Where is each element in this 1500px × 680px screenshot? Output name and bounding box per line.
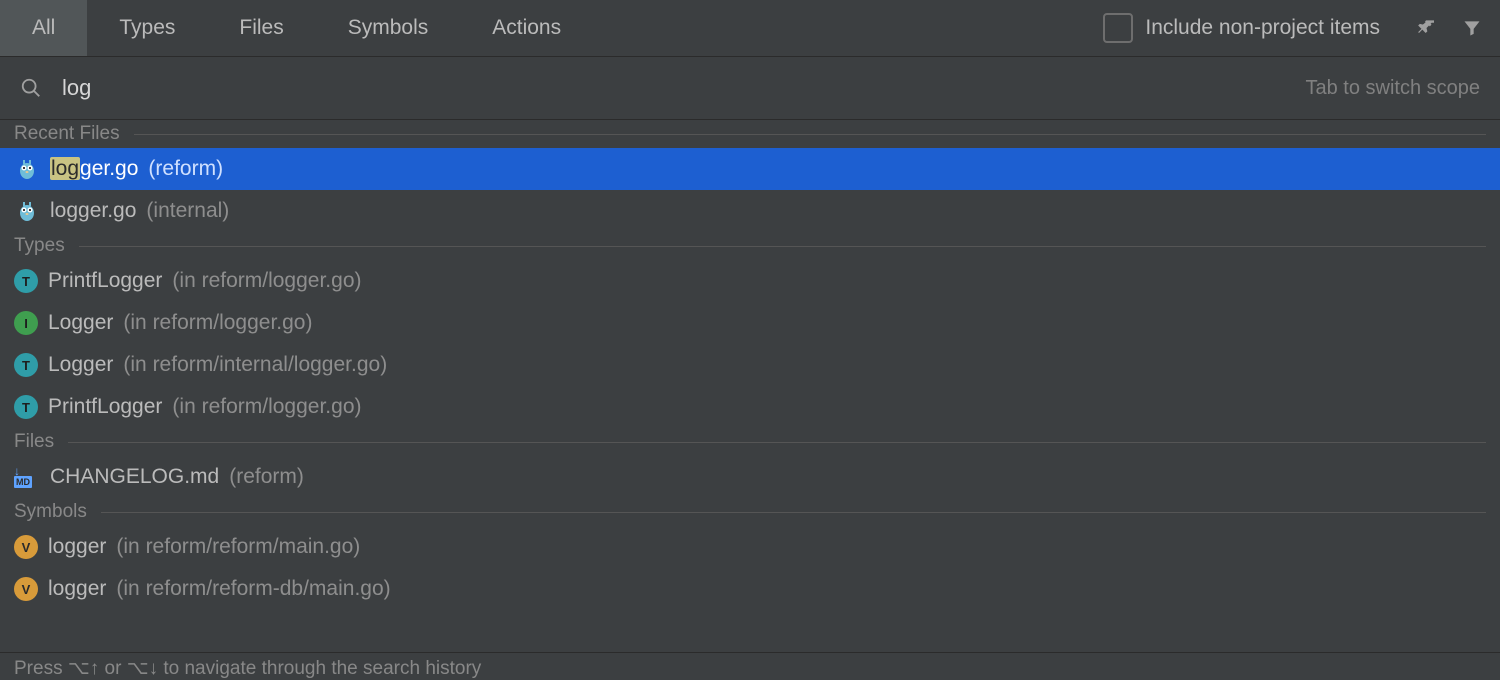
go-file-icon (14, 156, 40, 182)
divider (79, 246, 1486, 247)
search-tabs: All Types Files Symbols Actions Include … (0, 0, 1500, 57)
item-name: logger (48, 535, 106, 559)
item-location: (in reform/reform-db/main.go) (116, 577, 390, 601)
variable-icon: V (14, 535, 38, 559)
tab-actions[interactable]: Actions (460, 0, 593, 56)
list-item[interactable]: V logger (in reform/reform-db/main.go) (0, 568, 1500, 610)
list-item[interactable]: I Logger (in reform/logger.go) (0, 302, 1500, 344)
filter-icon[interactable] (1452, 8, 1492, 48)
go-file-icon (14, 198, 40, 224)
list-item[interactable]: ↓ MD CHANGELOG.md (reform) (0, 456, 1500, 498)
section-types: Types (0, 232, 1500, 260)
item-name: PrintfLogger (48, 395, 162, 419)
tab-all[interactable]: All (0, 0, 87, 56)
pin-icon[interactable] (1404, 8, 1444, 48)
interface-icon: I (14, 311, 38, 335)
type-icon: T (14, 269, 38, 293)
item-location: (internal) (146, 199, 229, 223)
item-name: logger.go (50, 157, 138, 181)
item-location: (reform) (148, 157, 223, 181)
item-name: PrintfLogger (48, 269, 162, 293)
tab-symbols[interactable]: Symbols (316, 0, 461, 56)
divider (68, 442, 1486, 443)
scope-hint: Tab to switch scope (1305, 77, 1480, 100)
tab-types[interactable]: Types (87, 0, 207, 56)
item-location: (in reform/internal/logger.go) (123, 353, 387, 377)
footer-hint: Press ⌥↑ or ⌥↓ to navigate through the s… (0, 652, 1500, 680)
item-name: Logger (48, 353, 113, 377)
item-name: logger.go (50, 199, 136, 223)
include-label: Include non-project items (1145, 16, 1380, 40)
section-files: Files (0, 428, 1500, 456)
item-location: (in reform/reform/main.go) (116, 535, 360, 559)
search-icon (20, 77, 42, 99)
tab-files[interactable]: Files (207, 0, 315, 56)
section-symbols: Symbols (0, 498, 1500, 526)
search-row: Tab to switch scope (0, 57, 1500, 120)
list-item[interactable]: logger.go (internal) (0, 190, 1500, 232)
divider (134, 134, 1486, 135)
item-location: (in reform/logger.go) (172, 395, 361, 419)
item-name: CHANGELOG.md (50, 465, 219, 489)
list-item[interactable]: T Logger (in reform/internal/logger.go) (0, 344, 1500, 386)
item-location: (in reform/logger.go) (172, 269, 361, 293)
type-icon: T (14, 353, 38, 377)
search-input[interactable] (60, 74, 1289, 102)
section-title: Files (14, 431, 54, 453)
item-name: Logger (48, 311, 113, 335)
item-name: logger (48, 577, 106, 601)
results-list: Recent Files logger.go (reform) logger.g… (0, 120, 1500, 652)
list-item[interactable]: logger.go (reform) (0, 148, 1500, 190)
type-icon: T (14, 395, 38, 419)
list-item[interactable]: T PrintfLogger (in reform/logger.go) (0, 386, 1500, 428)
section-recent-files: Recent Files (0, 120, 1500, 148)
checkbox-box (1103, 13, 1133, 43)
markdown-file-icon: ↓ MD (14, 464, 40, 490)
list-item[interactable]: V logger (in reform/reform/main.go) (0, 526, 1500, 568)
footer-text: Press ⌥↑ or ⌥↓ to navigate through the s… (14, 657, 481, 680)
include-nonproject-checkbox[interactable]: Include non-project items (1103, 13, 1380, 43)
list-item[interactable]: T PrintfLogger (in reform/logger.go) (0, 260, 1500, 302)
section-title: Types (14, 235, 65, 257)
item-location: (in reform/logger.go) (123, 311, 312, 335)
item-location: (reform) (229, 465, 304, 489)
section-title: Symbols (14, 501, 87, 523)
variable-icon: V (14, 577, 38, 601)
section-title: Recent Files (14, 123, 120, 145)
divider (101, 512, 1486, 513)
